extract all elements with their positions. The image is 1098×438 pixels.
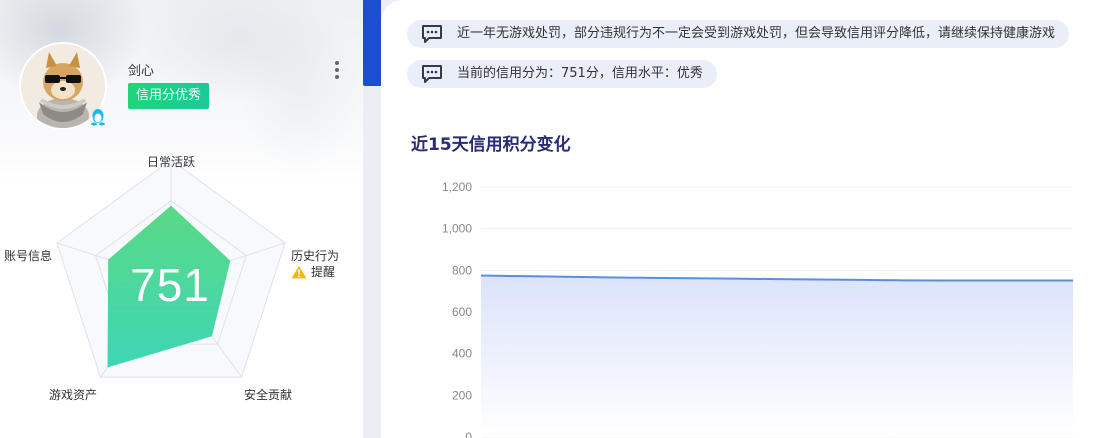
nickname: 剑心 [128, 64, 155, 79]
y-tick-label: 800 [452, 263, 472, 277]
penalty-notice: 近一年无游戏处罚，部分违规行为不一定会受到游戏处罚，但会导致信用评分降低，请继续… [407, 20, 1070, 48]
radar-axis-account-info: 账号信息 [4, 249, 53, 263]
notice-text: 近一年无游戏处罚，部分违规行为不一定会受到游戏处罚，但会导致信用评分降低，请继续… [457, 26, 1056, 41]
y-tick-label: 600 [452, 305, 472, 319]
notice-text: 当前的信用分为：751分，信用水平：优秀 [457, 66, 703, 81]
blue-accent-strip [363, 0, 381, 86]
trend-area [481, 275, 1073, 437]
warning-label: 提醒 [311, 265, 336, 279]
message-icon [422, 25, 442, 43]
y-tick-label: 400 [452, 347, 472, 361]
y-tick-label: 0 [465, 430, 472, 438]
radar-axis-security-contribution: 安全贡献 [244, 388, 293, 402]
credit-level-badge: 信用分优秀 [128, 83, 210, 109]
radar-axis-game-assets: 游戏资产 [49, 388, 98, 402]
warning-triangle-icon [291, 265, 307, 278]
credit-score: 751 [130, 259, 210, 311]
score-notice: 当前的信用分为：751分，信用水平：优秀 [407, 60, 717, 88]
y-tick-label: 1,200 [442, 180, 472, 194]
radar-axis-daily-activity: 日常活跃 [147, 155, 196, 169]
y-tick-label: 1,000 [442, 222, 472, 236]
credit-detail-panel: 近一年无游戏处罚，部分违规行为不一定会受到游戏处罚，但会导致信用评分降低，请继续… [381, 0, 1098, 438]
history-warning[interactable]: 提醒 [291, 263, 335, 280]
radar-axis-history-behavior: 历史行为 [291, 249, 340, 263]
chart-title: 近15天信用积分变化 [411, 135, 571, 155]
profile-card: 剑心 信用分优秀 751 日常活跃 历史行为 提醒 安全贡献 游戏资产 账号信息 [0, 0, 363, 438]
message-icon [422, 65, 442, 83]
vertical-dots-icon[interactable] [330, 58, 344, 84]
qq-penguin-icon [91, 109, 105, 126]
y-tick-label: 200 [452, 388, 472, 402]
credit-trend-chart: 1,200 1,000 800 600 400 200 0 [442, 180, 1073, 438]
